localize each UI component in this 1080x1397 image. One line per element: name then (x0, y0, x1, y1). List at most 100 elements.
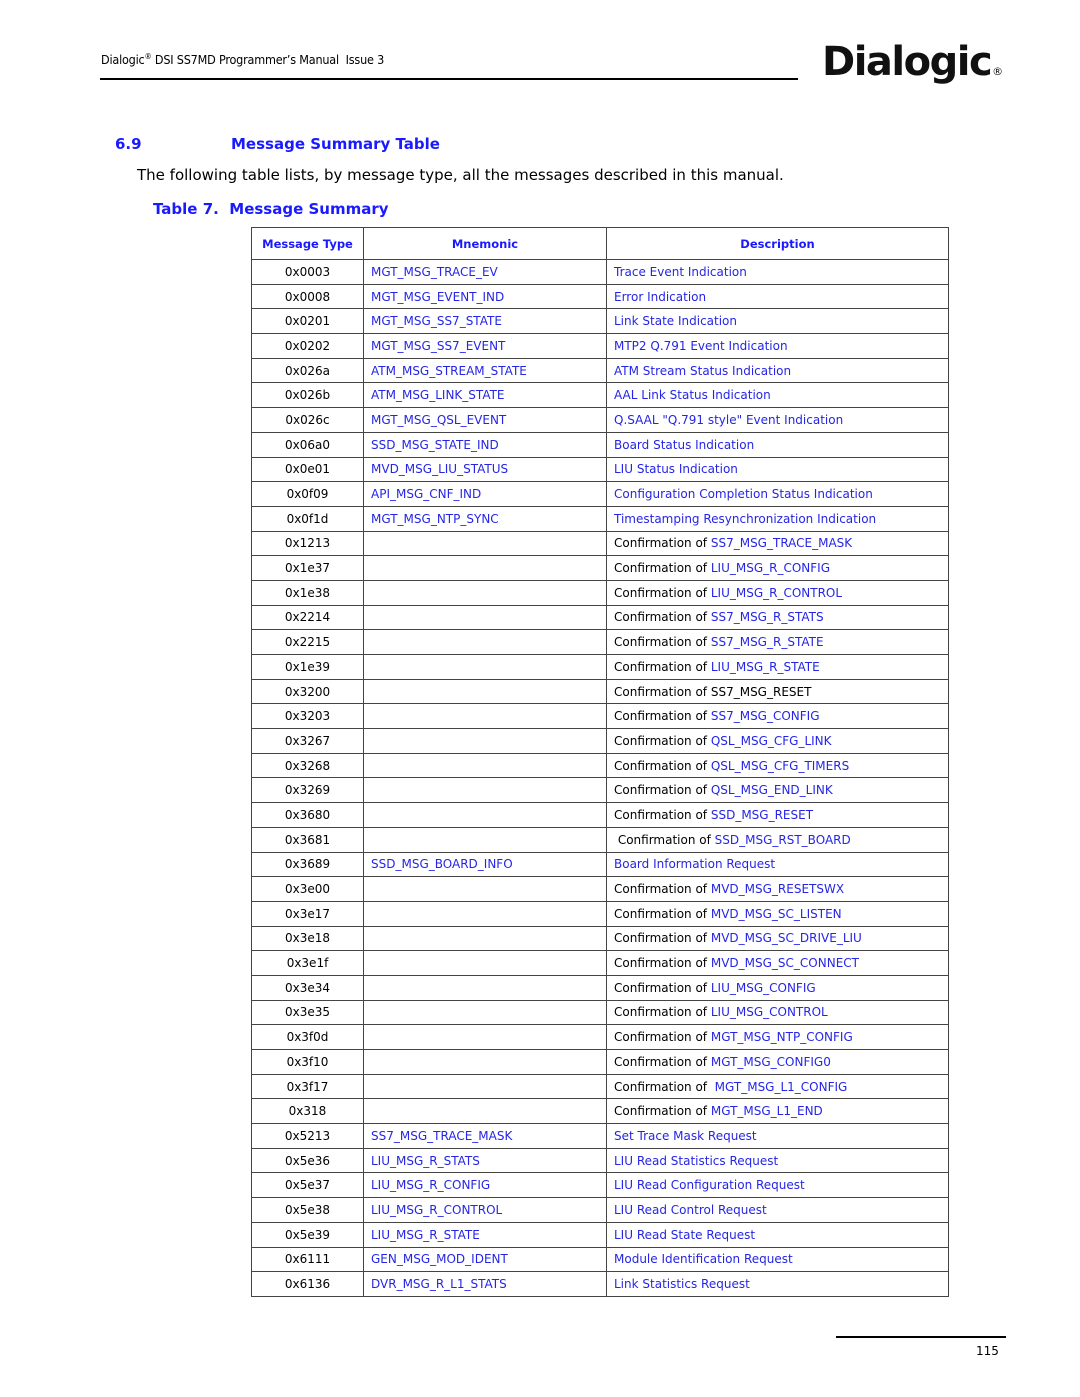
description-prefix: Confirmation of (614, 956, 711, 971)
description-link[interactable]: SS7_MSG_CONFIG (711, 709, 820, 723)
description-link[interactable]: LIU Read State Request (614, 1228, 755, 1242)
description-link[interactable]: LIU_MSG_R_CONFIG (711, 561, 830, 575)
description-link[interactable]: LIU_MSG_R_CONTROL (711, 586, 842, 600)
description-prefix: Confirmation of (614, 635, 711, 650)
mnemonic-cell[interactable]: API_MSG_CNF_IND (363, 481, 607, 507)
table-row: 0x3f0d Confirmation of MGT_MSG_NTP_CONFIG (251, 1024, 949, 1050)
description-link[interactable]: Board Status Indication (614, 438, 754, 452)
description-cell: Confirmation of MGT_MSG_L1_CONFIG (606, 1073, 949, 1100)
description-link[interactable]: Timestamping Resynchronization Indicatio… (614, 512, 876, 526)
description-link[interactable]: SS7_MSG_R_STATE (711, 635, 824, 649)
description-link[interactable]: LIU Read Control Request (614, 1203, 767, 1217)
message-type-cell: 0x5e39 (251, 1221, 364, 1248)
description-link[interactable]: LIU Status Indication (614, 462, 738, 476)
message-type-cell: 0x0e01 (251, 456, 364, 483)
description-link[interactable]: Board Information Request (614, 857, 775, 871)
description-cell: Confirmation of SS7_MSG_TRACE_MASK (606, 530, 949, 557)
description-text: SS7_MSG_RESET (710, 684, 812, 699)
description-cell: LIU Read State Request (606, 1221, 949, 1248)
mnemonic-cell[interactable]: LIU_MSG_R_STATE (363, 1221, 607, 1248)
description-cell: Confirmation of MVD_MSG_RESETSWX (606, 876, 949, 902)
message-type-cell: 0x3e00 (251, 876, 364, 902)
table-row: 0x3f10 Confirmation of MGT_MSG_CONFIG0 (251, 1049, 949, 1075)
mnemonic-cell[interactable]: MGT_MSG_SS7_EVENT (363, 333, 607, 359)
description-link[interactable]: QSL_MSG_END_LINK (711, 783, 833, 797)
description-link[interactable]: Q.SAAL "Q.791 style" Event Indication (614, 413, 843, 427)
description-link[interactable]: MVD_MSG_RESETSWX (711, 882, 844, 896)
description-link[interactable]: MGT_MSG_L1_END (711, 1104, 823, 1118)
section-number: 6.9 (115, 135, 142, 153)
description-cell: Confirmation of LIU_MSG_CONTROL (606, 999, 949, 1026)
mnemonic-cell (363, 900, 607, 927)
mnemonic-cell[interactable]: GEN_MSG_MOD_IDENT (363, 1246, 607, 1273)
mnemonic-cell (363, 826, 607, 853)
description-link[interactable]: MTP2 Q.791 Event Indication (614, 339, 788, 353)
mnemonic-cell[interactable]: LIU_MSG_R_CONFIG (363, 1172, 607, 1199)
description-link[interactable]: AAL Link Status Indication (614, 388, 771, 402)
description-cell: Confirmation of QSL_MSG_END_LINK (606, 777, 949, 804)
description-link[interactable]: LIU Read Statistics Request (614, 1154, 778, 1168)
description-link[interactable]: MVD_MSG_SC_CONNECT (711, 956, 859, 970)
mnemonic-cell[interactable]: ATM_MSG_LINK_STATE (363, 382, 607, 409)
mnemonic-cell (363, 629, 607, 655)
description-link[interactable]: LIU_MSG_CONTROL (711, 1005, 828, 1019)
description-prefix: Confirmation of (614, 733, 711, 748)
description-cell: AAL Link Status Indication (606, 382, 949, 409)
description-link[interactable]: Link Statistics Request (614, 1277, 750, 1291)
mnemonic-cell[interactable]: MGT_MSG_EVENT_IND (363, 283, 607, 310)
description-link[interactable]: Configuration Completion Status Indicati… (614, 487, 873, 501)
table-row: 0x3f17 Confirmation of MGT_MSG_L1_CONFIG (251, 1073, 949, 1100)
description-link[interactable]: ATM Stream Status Indication (614, 364, 791, 378)
description-prefix: Confirmation of (614, 1005, 711, 1020)
description-link[interactable]: LIU_MSG_CONFIG (711, 981, 816, 995)
description-link[interactable]: MGT_MSG_CONFIG0 (711, 1055, 831, 1069)
description-link[interactable]: Module Identification Request (614, 1252, 793, 1266)
description-link[interactable]: MVD_MSG_SC_LISTEN (711, 907, 842, 921)
description-link[interactable]: SSD_MSG_RESET (711, 808, 813, 822)
message-type-cell: 0x0f09 (251, 481, 364, 507)
mnemonic-cell[interactable]: DVR_MSG_R_L1_STATS (363, 1271, 607, 1297)
mnemonic-cell[interactable]: LIU_MSG_R_STATS (363, 1147, 607, 1174)
message-type-cell: 0x3269 (251, 777, 364, 804)
description-link[interactable]: MGT_MSG_L1_CONFIG (715, 1080, 848, 1094)
description-cell: Confirmation of LIU_MSG_R_STATE (606, 654, 949, 680)
mnemonic-cell[interactable]: MVD_MSG_LIU_STATUS (363, 456, 607, 483)
description-prefix: Confirmation of (614, 1104, 711, 1119)
description-link[interactable]: MVD_MSG_SC_DRIVE_LIU (711, 931, 862, 945)
mnemonic-cell[interactable]: MGT_MSG_NTP_SYNC (363, 505, 607, 532)
description-link[interactable]: SS7_MSG_TRACE_MASK (711, 536, 852, 550)
message-type-cell: 0x6136 (251, 1271, 364, 1297)
description-link[interactable]: LIU_MSG_R_STATE (711, 660, 820, 674)
description-link[interactable]: QSL_MSG_CFG_TIMERS (711, 759, 849, 773)
description-link[interactable]: Set Trace Mask Request (614, 1129, 757, 1143)
description-link[interactable]: Trace Event Indication (614, 265, 747, 279)
table-row: 0x5213 SS7_MSG_TRACE_MASK Set Trace Mask R… (251, 1123, 949, 1149)
description-prefix: Confirmation of (614, 882, 711, 897)
description-link[interactable]: MGT_MSG_NTP_CONFIG (711, 1030, 853, 1044)
mnemonic-cell[interactable]: MGT_MSG_QSL_EVENT (363, 407, 607, 433)
mnemonic-cell[interactable]: SS7_MSG_TRACE_MASK (363, 1123, 607, 1149)
message-type-cell: 0x3e34 (251, 974, 364, 1001)
mnemonic-cell[interactable]: ATM_MSG_STREAM_STATE (363, 357, 607, 384)
description-link[interactable]: SSD_MSG_RST_BOARD (715, 833, 851, 847)
description-link[interactable]: LIU Read Configuration Request (614, 1178, 805, 1192)
mnemonic-cell[interactable]: MGT_MSG_SS7_STATE (363, 308, 607, 335)
description-cell: LIU Read Configuration Request (606, 1172, 949, 1199)
mnemonic-cell[interactable]: MGT_MSG_TRACE_EV (363, 259, 607, 285)
message-type-cell: 0x318 (251, 1098, 364, 1125)
mnemonic-cell[interactable]: LIU_MSG_R_CONTROL (363, 1197, 607, 1223)
description-cell: Confirmation of MVD_MSG_SC_LISTEN (606, 900, 949, 927)
description-cell: Confirmation of SSD_MSG_RESET (606, 802, 949, 828)
description-link[interactable]: Error Indication (614, 290, 706, 304)
description-link[interactable]: SS7_MSG_R_STATS (711, 610, 824, 624)
table-row: 0x2215 Confirmation of SS7_MSG_R_STATE (251, 629, 949, 655)
description-link[interactable]: QSL_MSG_CFG_LINK (711, 734, 832, 748)
mnemonic-cell[interactable]: SSD_MSG_STATE_IND (363, 431, 607, 458)
message-type-cell: 0x3f0d (251, 1024, 364, 1050)
message-summary-table: Message Type Mnemonic Description 0x0003… (251, 227, 949, 1297)
header-rule (100, 78, 798, 80)
table-header-row: Message Type Mnemonic Description (251, 227, 949, 260)
description-link[interactable]: Link State Indication (614, 314, 737, 328)
mnemonic-cell[interactable]: SSD_MSG_BOARD_INFO (363, 851, 607, 878)
description-prefix: Confirmation of (614, 931, 711, 946)
